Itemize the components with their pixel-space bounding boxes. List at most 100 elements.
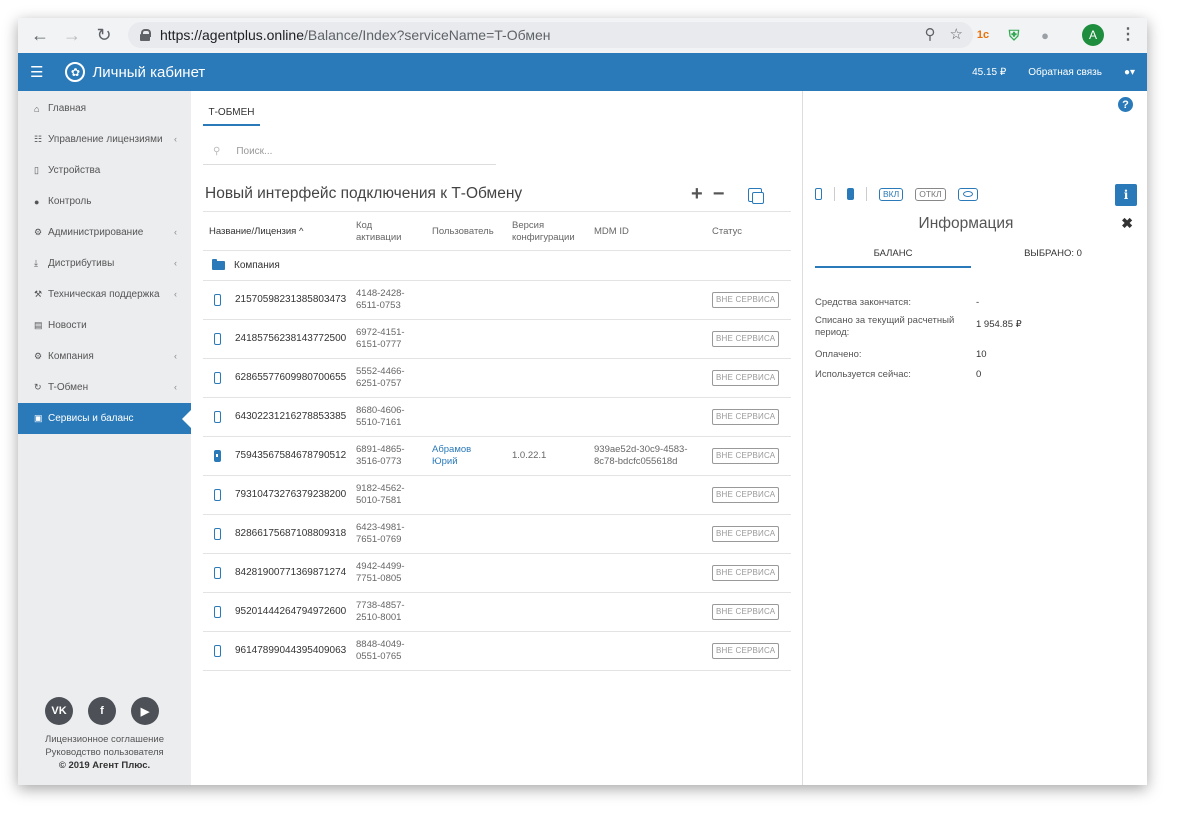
mdm-id: 939ae52d-30c9-4583-8c78-bdcfc055618d [594,444,688,467]
shield-extension-icon[interactable]: ⛨ [1004,25,1024,45]
close-icon[interactable]: ✖ [1121,215,1133,232]
sidebar: ⌂ Главная ☷ Управление лицензиями ‹ ▯ Устройст… [18,91,191,785]
table-row[interactable]: 75943567584678790512 6891-4865-3516-0773 А… [203,437,791,476]
sidebar-item[interactable]: ▯ Устройства [18,155,191,186]
user-link[interactable] [432,593,492,631]
back-icon[interactable]: ← [26,22,54,50]
sidebar-item[interactable]: ⚒ Техническая поддержка ‹ [18,279,191,310]
mdm-id [594,632,699,670]
feedback-link[interactable]: Обратная связь [1028,67,1102,78]
balance-amount[interactable]: 45.15 ₽ [972,67,1006,78]
remove-icon[interactable]: − [713,183,725,206]
license-number: 84281900771369871274 [235,567,347,578]
add-icon[interactable]: + [691,183,703,206]
extension-1c-icon[interactable]: 1c [973,25,993,45]
col-code[interactable]: Код активации [356,212,416,252]
address-bar[interactable]: https://agentplus.online/Balance/Index?s… [128,22,973,48]
money-icon: ▣ [34,413,43,423]
forward-icon[interactable]: → [58,22,86,50]
activation-code: 9182-4562-5010-7581 [356,483,405,506]
copyright: © 2019 Агент Плюс. [58,760,151,771]
sidebar-item[interactable]: ▤ Новости [18,310,191,341]
sidebar-item-label: Техническая поддержка [48,289,160,300]
user-link[interactable] [432,398,492,436]
profile-avatar[interactable]: A [1082,24,1104,46]
user-link[interactable] [432,515,492,553]
menu-kebab-icon[interactable]: ⋮ [1120,24,1136,44]
table-row[interactable]: 62865577609980700655 5552-4466-6251-0757 В… [203,359,791,398]
folder-row[interactable]: Компания [203,251,791,281]
device-icon [214,489,221,501]
table-row[interactable]: 82866175687108809318 6423-4981-7651-0769 В… [203,515,791,554]
enable-button[interactable]: ВКЛ [879,187,904,201]
mdm-id [594,554,699,592]
table-row[interactable]: 21570598231385803473 4148-2428-6511-0753 В… [203,281,791,320]
table-row[interactable]: 24185756238143772500 6972-4151-6151-0777 В… [203,320,791,359]
device-icon [214,333,221,345]
license-number: 82866175687108809318 [235,528,347,539]
table-header: Название/Лицензия ^ Код активации Пользо… [203,211,791,251]
col-name[interactable]: Название/Лицензия ^ [209,212,303,252]
search-box[interactable]: ⚲ Поиск... [203,139,496,165]
info-icon[interactable]: i [1115,184,1137,206]
tab-selected[interactable]: ВЫБРАНО: 0 [971,248,1135,268]
tab-t-obmen[interactable]: Т-ОБМЕН [203,107,260,126]
user-link[interactable] [432,632,492,670]
facebook-icon[interactable]: f [88,697,116,725]
table-row[interactable]: 96147899044395409063 8848-4049-0551-0765 В… [203,632,791,671]
device-icon[interactable] [815,188,822,200]
vk-icon[interactable]: VK [45,697,73,725]
user-link[interactable]: Абрамов Юрий [432,437,492,475]
table-row[interactable]: 64302231216278853385 8680-4606-5510-7161 В… [203,398,791,437]
user-link[interactable] [432,554,492,592]
eye-icon[interactable] [957,187,978,201]
user-guide-link[interactable]: Руководство пользователя [18,746,191,759]
table-toolbar: + − [691,183,765,206]
table-row[interactable]: 79310473276379238200 9182-4562-5010-7581 В… [203,476,791,515]
youtube-icon[interactable]: ▶ [131,697,159,725]
user-link[interactable] [432,476,492,514]
app-header: ☰ ✿ Личный кабинет 45.15 ₽ Обратная связ… [18,53,1147,91]
device-icon [214,645,221,657]
sidebar-item[interactable]: ☷ Управление лицензиями ‹ [18,124,191,155]
table-row[interactable]: 95201444264794972600 7738-4857-2510-8001 В… [203,593,791,632]
user-link[interactable] [432,320,492,358]
hamburger-icon[interactable]: ☰ [30,63,43,81]
info-panel: ? ВКЛ ОТКЛ i Информация ✖ БАЛАНС ВЫБРАНО… [802,91,1147,785]
star-icon[interactable]: ☆ [950,25,963,43]
chevron-left-icon: ‹ [174,382,177,392]
sidebar-item-label: Администрирование [48,227,144,238]
user-link[interactable] [432,359,492,397]
tab-balance[interactable]: БАЛАНС [815,248,971,268]
sidebar-item[interactable]: ⤓ Дистрибутивы ‹ [18,248,191,279]
sidebar-item[interactable]: ⚙ Компания ‹ [18,341,191,372]
help-icon[interactable]: ? [1118,97,1133,112]
table-row[interactable]: 84281900771369871274 4942-4499-7751-0805 В… [203,554,791,593]
copy-icon[interactable] [748,187,765,204]
col-status[interactable]: Статус [712,212,742,252]
user-link[interactable] [432,281,492,319]
zoom-icon[interactable]: ⚲ [925,25,936,43]
disable-button[interactable]: ОТКЛ [915,187,946,201]
status-badge: ВНЕ СЕРВИСА [712,331,780,347]
col-mdm[interactable]: MDM ID [594,212,629,252]
col-user[interactable]: Пользователь [432,212,494,252]
sidebar-item[interactable]: ● Контроль [18,186,191,217]
mdm-id [594,398,699,436]
circle-extension-icon[interactable]: ● [1035,25,1055,45]
col-version[interactable]: Версия конфигурации [512,212,587,252]
sidebar-item[interactable]: ⌂ Главная [18,93,191,124]
chevron-left-icon: ‹ [174,289,177,299]
newspaper-icon: ▤ [34,320,43,330]
search-input[interactable]: Поиск... [236,146,272,157]
activation-code: 6423-4981-7651-0769 [356,522,405,545]
sidebar-item[interactable]: ▣ Сервисы и баланс [18,403,191,434]
sidebar-item[interactable]: ↻ T-Обмен ‹ [18,372,191,403]
chevron-left-icon: ‹ [174,351,177,361]
device-user-icon[interactable] [847,188,854,200]
reload-icon[interactable]: ↻ [90,22,118,50]
license-agreement-link[interactable]: Лицензионное соглашение [18,733,191,746]
user-menu-icon[interactable]: ●▾ [1124,67,1135,78]
sidebar-item[interactable]: ⚙ Администрирование ‹ [18,217,191,248]
licenses-table: Название/Лицензия ^ Код активации Пользо… [203,211,791,671]
